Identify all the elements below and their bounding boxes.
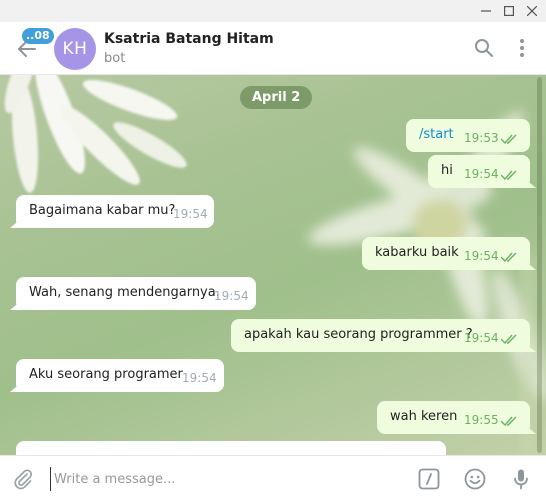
- message-bubble-incoming-partial[interactable]: [16, 441, 446, 455]
- message-time: 19:54: [173, 207, 208, 221]
- chat-subtitle: bot: [104, 51, 126, 66]
- chat-scrollbar[interactable]: [537, 77, 542, 453]
- message-bubble-incoming[interactable]: Aku seorang programer 19:54: [16, 359, 224, 392]
- more-menu-button[interactable]: [510, 36, 534, 60]
- message-time: 19:54: [464, 167, 499, 181]
- message-text: hi: [441, 163, 453, 178]
- date-divider: April 2: [240, 86, 313, 109]
- close-icon: [527, 6, 537, 16]
- message-text: Bagaimana kabar mu?: [29, 203, 176, 218]
- message-bubble-outgoing[interactable]: /start 19:53: [406, 119, 530, 152]
- bot-command-link[interactable]: /start: [419, 127, 454, 142]
- microphone-icon: [514, 469, 528, 490]
- chat-history[interactable]: April 2 /start 19:53 hi 19:54 Bagaimana …: [0, 75, 546, 455]
- message-text: kabarku baik: [375, 245, 459, 260]
- search-icon: [475, 39, 493, 57]
- message-bubble-incoming[interactable]: Wah, senang mendengarnya. 19:54: [16, 277, 256, 310]
- avatar[interactable]: KH: [54, 28, 96, 70]
- double-check-icon: [501, 134, 517, 144]
- message-time: 19:54: [214, 289, 249, 303]
- message-bubble-outgoing[interactable]: hi 19:54: [428, 155, 530, 188]
- message-time: 19:54: [182, 371, 217, 385]
- message-bubble-outgoing[interactable]: kabarku baik 19:54: [362, 237, 530, 270]
- double-check-icon: [501, 252, 517, 262]
- chat-title[interactable]: Ksatria Batang Hitam: [104, 31, 274, 47]
- message-bubble-outgoing[interactable]: apakah kau seorang programmer ? 19:54: [231, 319, 530, 352]
- message-composer: [0, 455, 546, 501]
- search-button[interactable]: [472, 36, 496, 60]
- smile-icon: [464, 468, 486, 490]
- more-vertical-icon: [520, 39, 524, 57]
- minimize-icon: [481, 10, 491, 12]
- message-text: Wah, senang mendengarnya.: [29, 285, 220, 300]
- message-time: 19:54: [464, 331, 499, 345]
- double-check-icon: [501, 416, 517, 426]
- double-check-icon: [501, 170, 517, 180]
- message-bubble-incoming[interactable]: Bagaimana kabar mu? 19:54: [16, 195, 214, 228]
- chat-header: ..08 KH Ksatria Batang Hitam bot: [0, 22, 546, 75]
- message-text: Aku seorang programer: [29, 367, 183, 382]
- message-text: wah keren: [390, 409, 458, 424]
- double-check-icon: [501, 334, 517, 344]
- attach-button[interactable]: [11, 467, 35, 491]
- paperclip-icon: [14, 469, 33, 490]
- window-titlebar: [0, 0, 546, 22]
- voice-record-button[interactable]: [509, 467, 533, 491]
- message-time: 19:55: [464, 413, 499, 427]
- close-window-button[interactable]: [518, 0, 546, 22]
- maximize-icon: [504, 6, 514, 16]
- message-input[interactable]: [50, 467, 400, 491]
- message-text: apakah kau seorang programmer ?: [244, 327, 473, 342]
- slash-command-icon: [418, 468, 440, 490]
- bot-commands-button[interactable]: [417, 467, 441, 491]
- emoji-button[interactable]: [463, 467, 487, 491]
- message-time: 19:54: [464, 249, 499, 263]
- unread-badge: ..08: [22, 28, 54, 44]
- message-time: 19:53: [464, 131, 499, 145]
- message-bubble-outgoing[interactable]: wah keren 19:55: [377, 401, 530, 434]
